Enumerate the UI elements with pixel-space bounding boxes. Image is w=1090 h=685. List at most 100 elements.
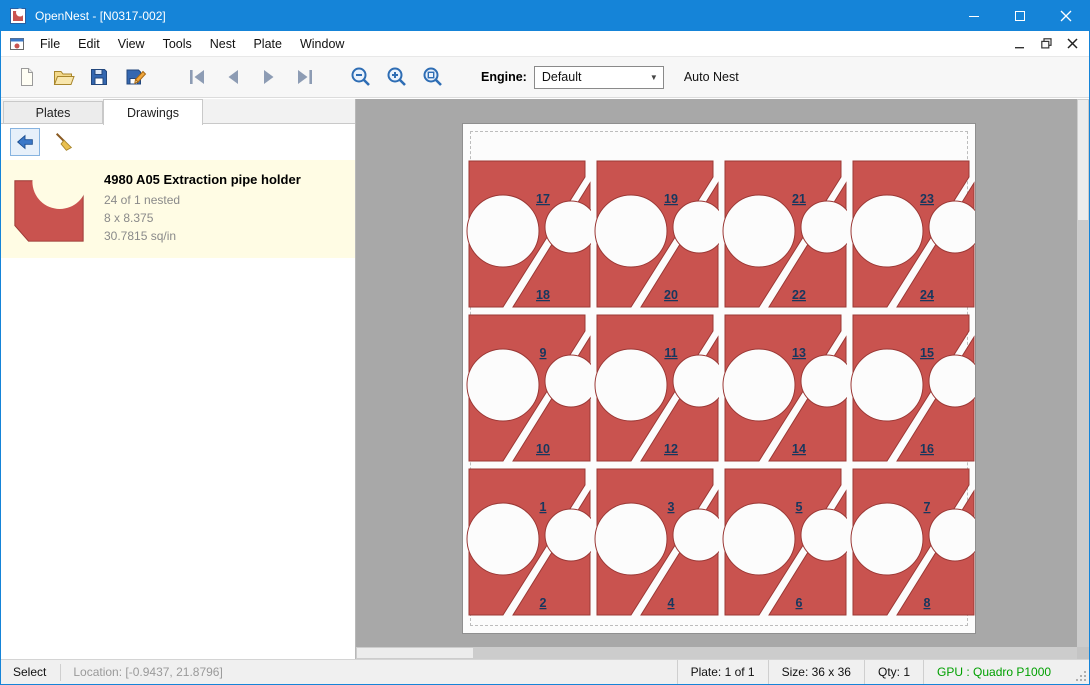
- auto-nest-button[interactable]: Auto Nest: [684, 70, 739, 84]
- vertical-scrollbar[interactable]: [1077, 99, 1089, 647]
- nest-cell[interactable]: 1314: [719, 311, 847, 465]
- part-number: 17: [536, 192, 550, 206]
- nest-cell[interactable]: 910: [463, 311, 591, 465]
- go-previous-icon: [221, 65, 245, 89]
- circular-cutout: [723, 195, 795, 267]
- circular-cutout: [545, 509, 591, 561]
- drawing-title: 4980 A05 Extraction pipe holder: [104, 172, 301, 187]
- vertical-scrollbar-thumb[interactable]: [1078, 100, 1088, 220]
- previous-plate-button[interactable]: [215, 60, 251, 94]
- nest-canvas[interactable]: 171819202122232491011121314151612345678: [356, 99, 1089, 659]
- save-edit-icon: [123, 65, 147, 89]
- save-button[interactable]: [81, 60, 117, 94]
- menu-window[interactable]: Window: [291, 31, 353, 57]
- zoom-in-button[interactable]: [379, 60, 415, 94]
- minimize-icon: [969, 16, 979, 17]
- nest-cell[interactable]: 2122: [719, 157, 847, 311]
- zoom-fit-button[interactable]: [415, 60, 451, 94]
- zoom-in-icon: [385, 65, 409, 89]
- part-number: 20: [664, 288, 678, 302]
- zoom-fit-icon: [421, 65, 445, 89]
- scrollbar-corner: [1077, 647, 1089, 659]
- zoom-out-button[interactable]: [343, 60, 379, 94]
- tab-drawings[interactable]: Drawings: [103, 99, 203, 125]
- mdi-window-controls: [1007, 33, 1085, 55]
- horizontal-scrollbar-thumb[interactable]: [357, 648, 473, 658]
- drawing-list-item[interactable]: 4980 A05 Extraction pipe holder 24 of 1 …: [1, 160, 355, 258]
- maximize-button[interactable]: [997, 1, 1043, 31]
- nest-cell[interactable]: 1516: [847, 311, 975, 465]
- part-number: 13: [792, 346, 806, 360]
- part-number: 3: [668, 500, 675, 514]
- content-area: Plates Drawings: [1, 99, 1089, 659]
- mdi-close-button[interactable]: [1059, 33, 1085, 55]
- circular-cutout: [673, 201, 719, 253]
- app-window: OpenNest - [N0317-002] File Edit View To…: [0, 0, 1090, 685]
- part-number: 12: [664, 442, 678, 456]
- import-drawing-button[interactable]: [10, 128, 40, 156]
- part-number: 19: [664, 192, 678, 206]
- mdi-restore-button[interactable]: [1033, 33, 1059, 55]
- last-plate-button[interactable]: [287, 60, 323, 94]
- status-plate: Plate: 1 of 1: [677, 660, 768, 684]
- nest-cell[interactable]: 34: [591, 465, 719, 619]
- circular-cutout: [801, 201, 847, 253]
- menu-bar: File Edit View Tools Nest Plate Window: [1, 31, 1089, 57]
- circular-cutout: [467, 349, 539, 421]
- nest-cell[interactable]: 12: [463, 465, 591, 619]
- status-bar: Select Location: [-0.9437, 21.8796] Plat…: [1, 659, 1089, 684]
- mdi-minimize-button[interactable]: [1007, 33, 1033, 55]
- part-number: 21: [792, 192, 806, 206]
- open-folder-icon: [51, 65, 75, 89]
- part-number: 24: [920, 288, 934, 302]
- resize-grip[interactable]: [1073, 660, 1089, 684]
- next-plate-button[interactable]: [251, 60, 287, 94]
- mdi-restore-icon: [1041, 38, 1052, 49]
- menu-nest[interactable]: Nest: [201, 31, 245, 57]
- circular-cutout: [851, 349, 923, 421]
- circular-cutout: [467, 195, 539, 267]
- engine-label: Engine:: [481, 70, 527, 84]
- menu-plate[interactable]: Plate: [244, 31, 291, 57]
- part-number: 5: [796, 500, 803, 514]
- nest-cell[interactable]: 1718: [463, 157, 591, 311]
- engine-select[interactable]: Default ▼: [534, 66, 664, 89]
- tab-plates[interactable]: Plates: [3, 101, 103, 123]
- drawing-nested-count: 24 of 1 nested: [104, 191, 301, 209]
- nest-cell[interactable]: 78: [847, 465, 975, 619]
- save-as-button[interactable]: [117, 60, 153, 94]
- close-button[interactable]: [1043, 1, 1089, 31]
- status-mode: Select: [1, 665, 60, 679]
- engine-value: Default: [542, 70, 582, 84]
- nest-cell[interactable]: 1920: [591, 157, 719, 311]
- new-button[interactable]: [9, 60, 45, 94]
- menu-view[interactable]: View: [109, 31, 154, 57]
- menu-edit[interactable]: Edit: [69, 31, 109, 57]
- circular-cutout: [929, 355, 975, 407]
- go-first-icon: [185, 65, 209, 89]
- drawing-area: 30.7815 sq/in: [104, 227, 301, 245]
- drawings-toolbar: [1, 124, 355, 160]
- chevron-down-icon: ▼: [650, 73, 663, 82]
- circular-cutout: [929, 509, 975, 561]
- drawing-dimensions: 8 x 8.375: [104, 209, 301, 227]
- circular-cutout: [723, 349, 795, 421]
- nest-cell[interactable]: 2324: [847, 157, 975, 311]
- horizontal-scrollbar[interactable]: [356, 647, 1077, 659]
- zoom-out-icon: [349, 65, 373, 89]
- open-button[interactable]: [45, 60, 81, 94]
- circular-cutout: [545, 355, 591, 407]
- nest-cell[interactable]: 56: [719, 465, 847, 619]
- mdi-close-icon: [1067, 38, 1078, 49]
- circular-cutout: [545, 201, 591, 253]
- nest-cell[interactable]: 1112: [591, 311, 719, 465]
- mdi-minimize-icon: [1015, 39, 1025, 49]
- first-plate-button[interactable]: [179, 60, 215, 94]
- menu-tools[interactable]: Tools: [154, 31, 201, 57]
- circular-cutout: [723, 503, 795, 575]
- circular-cutout: [929, 201, 975, 253]
- circular-cutout: [595, 349, 667, 421]
- menu-file[interactable]: File: [31, 31, 69, 57]
- clear-drawings-button[interactable]: [49, 128, 79, 156]
- minimize-button[interactable]: [951, 1, 997, 31]
